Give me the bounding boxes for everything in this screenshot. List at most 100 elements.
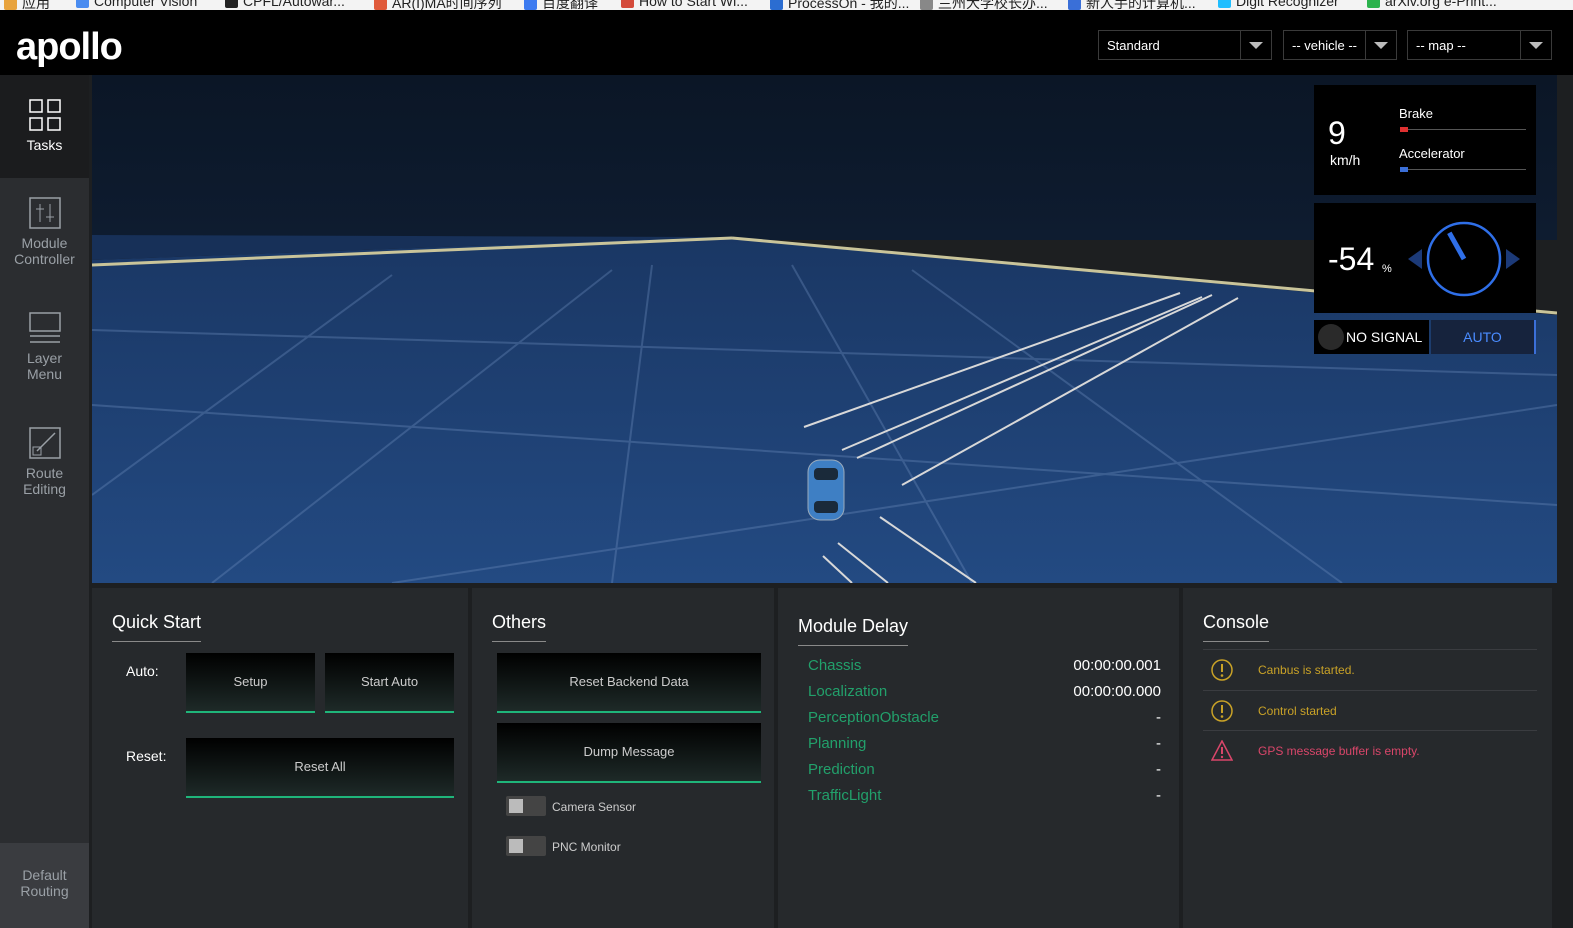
steering-panel: -54 % [1314, 203, 1536, 313]
default-routing-button[interactable]: Default Routing [0, 843, 89, 928]
warning-triangle-icon [1211, 740, 1233, 761]
bookmark-digit-recognizer[interactable]: Digit Recognizer [1218, 0, 1339, 9]
console-message: GPS message buffer is empty. [1203, 730, 1537, 771]
map-select[interactable]: -- map -- [1407, 30, 1552, 60]
delay-value-perception: - [1156, 709, 1161, 726]
traffic-signal-indicator: NO SIGNAL [1314, 320, 1429, 354]
setup-button[interactable]: Setup [186, 653, 315, 713]
sidebar-item-label: Controller [14, 251, 75, 267]
bookmark-baidu-translate[interactable]: 百度翻译 [524, 0, 598, 10]
sidebar-item-route-editing[interactable]: Route Editing [0, 427, 89, 527]
toggle-knob [509, 799, 523, 813]
page-icon [621, 0, 634, 8]
bookmark-lzu[interactable]: 兰州大学校长办... [920, 0, 1048, 10]
steering-wheel-icon [1408, 221, 1520, 297]
apollo-logo: apollo [16, 26, 123, 68]
grid-icon [28, 99, 61, 131]
console-title: Console [1203, 612, 1270, 642]
site-icon [76, 0, 89, 8]
chevron-down-icon [1365, 31, 1396, 59]
sidebar: Tasks Module Controller Layer Menu Route… [0, 75, 89, 928]
toggle-knob [509, 839, 523, 853]
chevron-down-icon [1520, 31, 1551, 59]
others-title: Others [492, 612, 547, 642]
github-icon [225, 0, 238, 8]
sidebar-item-module-controller[interactable]: Module Controller [0, 197, 89, 297]
pnc-monitor-toggle[interactable] [506, 836, 546, 856]
console-message: Canbus is started. [1203, 649, 1537, 690]
pnc-monitor-label: PNC Monitor [552, 840, 621, 854]
bookmark-arima[interactable]: AR(I)MA时间序列 [374, 0, 502, 10]
map-select-value: -- map -- [1416, 38, 1466, 53]
mode-select[interactable]: Standard [1098, 30, 1272, 60]
vehicle-select[interactable]: -- vehicle -- [1283, 30, 1397, 60]
module-delay-title: Module Delay [798, 616, 909, 646]
console-message-text: GPS message buffer is empty. [1258, 744, 1420, 758]
delay-name-prediction: Prediction [808, 761, 875, 778]
delay-name-trafficlight: TrafficLight [808, 787, 882, 804]
brake-label: Brake [1399, 106, 1433, 121]
delay-value-planning: - [1156, 735, 1161, 752]
page-icon [920, 0, 933, 10]
site-icon [1068, 0, 1081, 10]
sidebar-item-label: Module [21, 235, 68, 251]
camera-sensor-toggle[interactable] [506, 796, 546, 816]
bookmark-processon[interactable]: ProcessOn - 我的... [770, 0, 909, 10]
start-auto-button[interactable]: Start Auto [325, 653, 454, 713]
delay-name-perception: PerceptionObstacle [808, 709, 939, 726]
driving-mode-indicator: AUTO [1431, 320, 1536, 354]
quick-start-panel: Quick Start Auto: Setup Start Auto Reset… [92, 588, 468, 928]
brake-bar [1400, 127, 1526, 132]
module-delay-panel: Module Delay Chassis 00:00:00.001 Locali… [778, 588, 1179, 928]
bookmark-apps[interactable]: 应用 [4, 0, 50, 10]
dump-message-button[interactable]: Dump Message [497, 723, 761, 783]
site-icon [374, 0, 387, 10]
bookmark-how-to-start[interactable]: How to Start Wi... [621, 0, 748, 9]
bookmark-autoware[interactable]: CPFL/Autowar... [225, 0, 345, 9]
brake-bar-fill [1400, 127, 1408, 132]
console-message-text: Control started [1258, 704, 1337, 718]
others-panel: Others Reset Backend Data Dump Message C… [472, 588, 774, 928]
signal-lamp-icon [1318, 324, 1344, 350]
speed-value: 9 [1328, 115, 1346, 151]
accelerator-bar-fill [1400, 167, 1408, 172]
reset-backend-data-button[interactable]: Reset Backend Data [497, 653, 761, 713]
sidebar-item-label: Editing [23, 481, 66, 497]
quick-start-title: Quick Start [112, 612, 202, 642]
app-header: apollo Standard -- vehicle -- -- map -- [0, 10, 1573, 75]
speed-panel: 9 km/h Brake Accelerator [1314, 85, 1536, 195]
bookmark-cs-newbie[interactable]: 新人手的计算机... [1068, 0, 1196, 10]
console-message: Control started [1203, 690, 1537, 731]
delay-value-localization: 00:00:00.000 [1073, 683, 1161, 700]
reset-all-button[interactable]: Reset All [186, 738, 454, 798]
chevron-down-icon [1240, 31, 1271, 59]
auto-label: Auto: [126, 663, 159, 679]
camera-sensor-label: Camera Sensor [552, 800, 637, 814]
apps-grid-icon [4, 0, 17, 10]
sidebar-item-label: Route [25, 465, 64, 481]
steering-unit: % [1382, 263, 1392, 275]
bookmark-computer-vision[interactable]: Computer Vision [76, 0, 197, 9]
delay-name-localization: Localization [808, 683, 888, 700]
layers-icon [28, 312, 61, 344]
route-icon [28, 427, 61, 459]
ego-car [807, 459, 845, 521]
bookmark-arxiv[interactable]: arXiv.org e-Print... [1367, 0, 1497, 9]
sidebar-item-tasks[interactable]: Tasks [0, 75, 89, 178]
site-icon [1367, 0, 1380, 8]
speed-unit: km/h [1330, 152, 1361, 168]
kaggle-icon [1218, 0, 1231, 8]
bookmarks-bar: 应用 Computer Vision CPFL/Autowar... AR(I)… [0, 0, 1573, 10]
mode-select-value: Standard [1107, 38, 1160, 53]
sidebar-item-layer-menu[interactable]: Layer Menu [0, 312, 89, 412]
delay-name-chassis: Chassis [808, 657, 862, 674]
delay-value-prediction: - [1156, 761, 1161, 778]
sidebar-item-label: Layer [26, 350, 63, 366]
translate-icon [524, 0, 537, 10]
reset-label: Reset: [126, 748, 167, 764]
delay-value-chassis: 00:00:00.001 [1073, 657, 1161, 674]
vehicle-select-value: -- vehicle -- [1292, 38, 1358, 53]
default-routing-label: Default [22, 867, 67, 883]
warning-circle-icon [1211, 659, 1233, 681]
console-message-text: Canbus is started. [1258, 663, 1355, 677]
